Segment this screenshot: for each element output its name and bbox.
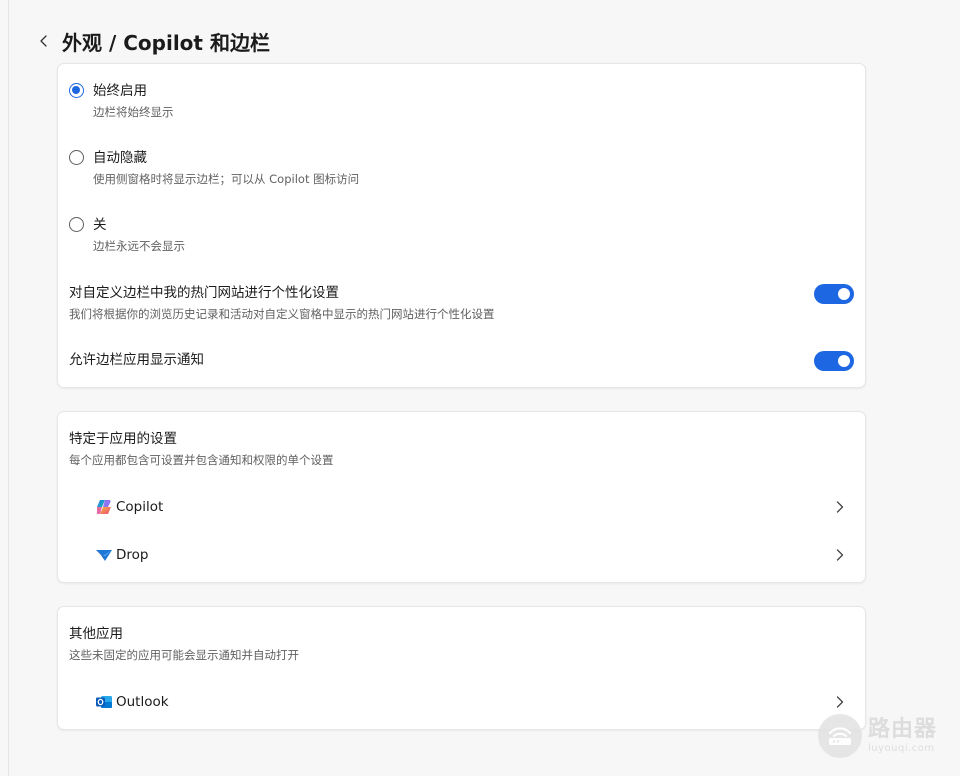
app-row-copilot[interactable]: Copilot xyxy=(58,492,865,522)
sidebar-notifications-toggle[interactable] xyxy=(814,351,854,371)
other-apps-card: 其他应用 这些未固定的应用可能会显示通知并自动打开 Outlook xyxy=(57,606,866,730)
radio-button-off[interactable] xyxy=(69,217,84,232)
radio-label: 自动隐藏 xyxy=(93,150,147,166)
radio-description: 边栏将始终显示 xyxy=(93,105,174,119)
page-header: 外观 / Copilot 和边栏 xyxy=(34,26,270,56)
section-header: 特定于应用的设置 每个应用都包含可设置并包含通知和权限的单个设置 xyxy=(58,430,865,468)
radio-description: 使用侧窗格时将显示边栏；可以从 Copilot 图标访问 xyxy=(93,172,360,186)
radio-description: 边栏永远不会显示 xyxy=(93,239,185,253)
setting-label: 允许边栏应用显示通知 xyxy=(69,352,204,368)
app-name: Copilot xyxy=(116,499,164,515)
radio-button-auto-hide[interactable] xyxy=(69,150,84,165)
app-row-drop[interactable]: Drop xyxy=(58,540,865,570)
setting-sidebar-notifications: 允许边栏应用显示通知 xyxy=(58,351,865,371)
section-header: 其他应用 这些未固定的应用可能会显示通知并自动打开 xyxy=(58,625,865,663)
page-title: 外观 / Copilot 和边栏 xyxy=(62,30,270,55)
app-name: Drop xyxy=(116,547,149,563)
app-name: Outlook xyxy=(116,694,169,710)
watermark-main-text: 路由器 xyxy=(868,716,938,742)
copilot-icon xyxy=(95,498,113,516)
chevron-right-icon xyxy=(834,695,846,709)
chevron-left-icon xyxy=(40,35,47,47)
app-row-outlook[interactable]: Outlook xyxy=(58,687,865,717)
radio-label: 关 xyxy=(93,217,107,233)
outlook-icon xyxy=(95,693,113,711)
watermark: 路由器 luyouqi.com xyxy=(818,712,948,760)
back-button[interactable] xyxy=(34,31,54,51)
radio-label: 始终启用 xyxy=(93,83,147,99)
settings-page: 外观 / Copilot 和边栏 始终启用 边栏将始终显示 自动隐藏 使用侧窗格… xyxy=(0,0,960,776)
section-description: 这些未固定的应用可能会显示通知并自动打开 xyxy=(69,648,299,662)
watermark-sub-text: luyouqi.com xyxy=(868,742,935,754)
setting-description: 我们将根据你的浏览历史记录和活动对自定义窗格中显示的热门网站进行个性化设置 xyxy=(69,307,495,321)
setting-personalize-top-sites: 对自定义边栏中我的热门网站进行个性化设置 我们将根据你的浏览历史记录和活动对自定… xyxy=(58,284,865,324)
drop-icon xyxy=(95,546,113,564)
chevron-right-icon xyxy=(834,500,846,514)
app-specific-settings-card: 特定于应用的设置 每个应用都包含可设置并包含通知和权限的单个设置 Copilot… xyxy=(57,411,866,583)
radio-button-always-on[interactable] xyxy=(69,83,84,98)
personalize-top-sites-toggle[interactable] xyxy=(814,284,854,304)
setting-label: 对自定义边栏中我的热门网站进行个性化设置 xyxy=(69,285,339,301)
section-title: 特定于应用的设置 xyxy=(69,431,177,447)
chevron-right-icon xyxy=(834,548,846,562)
section-title: 其他应用 xyxy=(69,626,123,642)
section-description: 每个应用都包含可设置并包含通知和权限的单个设置 xyxy=(69,453,334,467)
sidebar-settings-card: 始终启用 边栏将始终显示 自动隐藏 使用侧窗格时将显示边栏；可以从 Copilo… xyxy=(57,63,866,388)
radio-option-auto-hide[interactable]: 自动隐藏 使用侧窗格时将显示边栏；可以从 Copilot 图标访问 xyxy=(58,149,865,187)
radio-option-off[interactable]: 关 边栏永远不会显示 xyxy=(58,216,865,254)
radio-option-always-on[interactable]: 始终启用 边栏将始终显示 xyxy=(58,82,865,120)
router-logo-icon xyxy=(818,714,862,758)
